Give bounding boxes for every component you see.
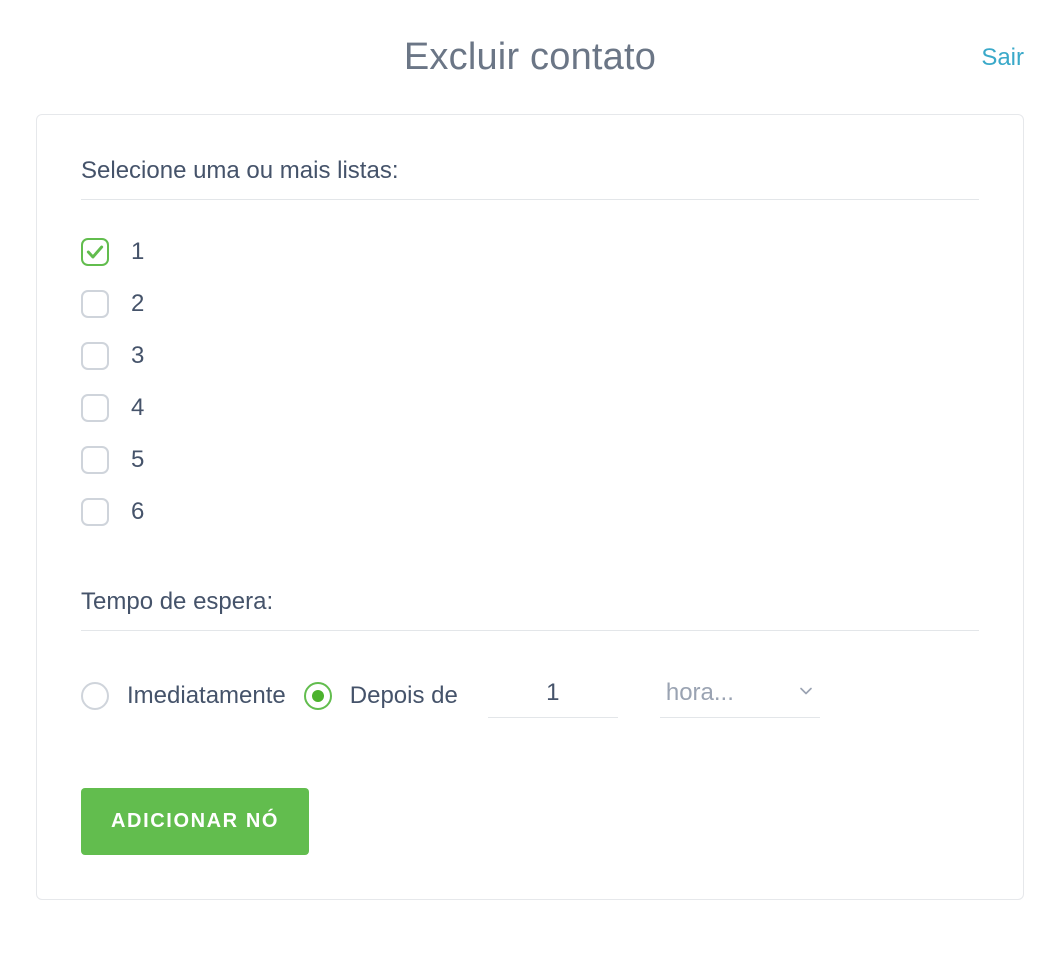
divider xyxy=(81,199,979,200)
radio-after-label: Depois de xyxy=(350,682,458,710)
add-node-button[interactable]: Adicionar nó xyxy=(81,788,309,855)
form-card: Selecione uma ou mais listas: 1 2 3 4 5 6 7 Te… xyxy=(36,114,1024,900)
list-item: 3 xyxy=(81,330,979,382)
list-item: 7 xyxy=(81,538,979,550)
list-item-label: 2 xyxy=(131,290,144,318)
radio-immediate-label: Imediatamente xyxy=(127,682,286,710)
wait-options-row: Imediatamente Depois de hora... xyxy=(81,673,979,718)
list-item-label: 5 xyxy=(131,446,144,474)
radio-after[interactable] xyxy=(304,682,332,710)
list-item-label: 1 xyxy=(131,238,144,266)
list-item: 2 xyxy=(81,278,979,330)
list-item: 5 xyxy=(81,434,979,486)
list-checkbox[interactable] xyxy=(81,394,109,422)
modal-header: Excluir contato Sair xyxy=(36,36,1024,86)
lists-heading: Selecione uma ou mais listas: xyxy=(81,157,979,185)
exit-link[interactable]: Sair xyxy=(981,44,1024,72)
wait-quantity-input[interactable] xyxy=(488,673,618,718)
list-item-label: 4 xyxy=(131,394,144,422)
lists-container: 1 2 3 4 5 6 7 xyxy=(81,226,979,550)
page-title: Excluir contato xyxy=(404,36,656,78)
list-item-label: 3 xyxy=(131,342,144,370)
page-root: Excluir contato Sair Selecione uma ou ma… xyxy=(0,0,1060,954)
list-item: 4 xyxy=(81,382,979,434)
list-item: 6 xyxy=(81,486,979,538)
wait-heading: Tempo de espera: xyxy=(81,588,979,616)
list-checkbox[interactable] xyxy=(81,342,109,370)
wait-unit-display: hora... xyxy=(666,679,734,707)
radio-immediate[interactable] xyxy=(81,682,109,710)
list-item-label: 6 xyxy=(131,498,144,526)
list-checkbox[interactable] xyxy=(81,498,109,526)
list-checkbox[interactable] xyxy=(81,290,109,318)
divider xyxy=(81,630,979,631)
list-checkbox[interactable] xyxy=(81,238,109,266)
list-item: 1 xyxy=(81,226,979,278)
list-checkbox[interactable] xyxy=(81,446,109,474)
chevron-down-icon xyxy=(796,681,816,706)
wait-unit-select[interactable]: hora... xyxy=(660,673,820,718)
